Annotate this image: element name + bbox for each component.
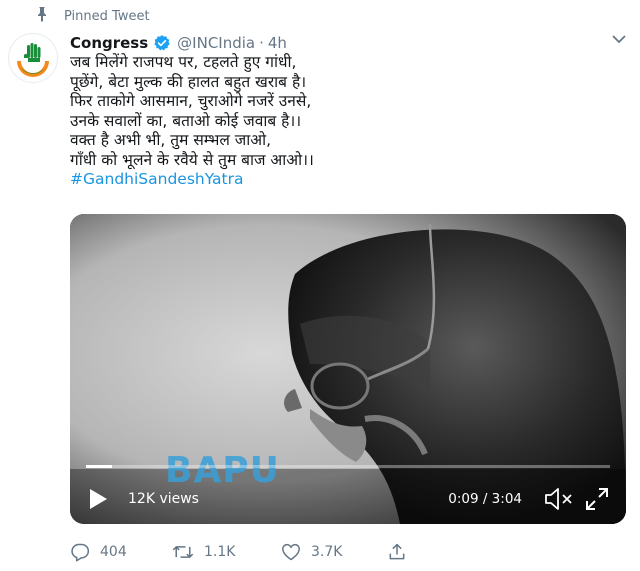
video-controls: 12K views 0:09 / 3:04	[70, 474, 626, 524]
tweet-header: Congress @INCIndia · 4h	[70, 33, 620, 53]
retweet-icon	[172, 546, 194, 558]
tweet-line: पूछेंगे, बेटा मुल्क की हालत बहुत खराब है…	[70, 72, 307, 91]
volume-muted-icon[interactable]	[544, 487, 574, 511]
hashtag-link[interactable]: #GandhiSandeshYatra	[70, 170, 530, 190]
tweet-line: जब मिलेंगे राजपथ पर, टहलते हुए गांधी,	[70, 53, 297, 71]
tweet-text: जब मिलेंगे राजपथ पर, टहलते हुए गांधी, पू…	[70, 53, 530, 190]
tweet-line: वक्त है अभी भी, तुम सम्भल जाओ,	[70, 131, 272, 149]
share-button[interactable]	[387, 542, 417, 562]
chevron-down-icon[interactable]	[612, 32, 626, 48]
tweet-actions: 404 1.1K 3.7K	[70, 540, 490, 564]
tweet-line: उनके सवालों का, बताओ कोई जवाब है।।	[70, 111, 302, 130]
author-handle[interactable]: @INCIndia	[177, 34, 255, 52]
reply-icon	[71, 543, 90, 562]
author-name[interactable]: Congress	[70, 34, 148, 52]
like-count: 3.7K	[311, 544, 343, 560]
verified-badge-icon	[153, 34, 171, 52]
avatar[interactable]	[8, 33, 58, 83]
tweet-timestamp[interactable]: 4h	[268, 34, 287, 52]
reply-button[interactable]: 404	[70, 542, 172, 562]
video-view-count: 12K views	[128, 491, 199, 507]
video-progress-fill	[86, 465, 113, 468]
share-icon	[389, 543, 405, 560]
tweet-line: गाँधी को भूलने के रवैये से तुम बाज आओ।।	[70, 150, 314, 169]
play-icon[interactable]	[88, 488, 110, 510]
video-timecode: 0:09 / 3:04	[448, 491, 522, 507]
pinned-label: Pinned Tweet	[64, 8, 150, 24]
pin-icon	[36, 6, 54, 26]
reply-count: 404	[100, 544, 127, 560]
retweet-button[interactable]: 1.1K	[172, 542, 281, 562]
video-progress-bar[interactable]	[86, 465, 610, 468]
tweet-line: फिर ताकोगे आसमान, चुराओगे नजरें उनसे,	[70, 92, 312, 110]
video-player[interactable]: BAPU 12K views 0:09 / 3:04	[70, 214, 626, 524]
pinned-tweet-indicator: Pinned Tweet	[36, 7, 150, 25]
retweet-count: 1.1K	[204, 544, 236, 560]
separator-dot: ·	[259, 34, 264, 52]
congress-logo	[17, 43, 49, 77]
like-button[interactable]: 3.7K	[281, 542, 387, 562]
fullscreen-icon[interactable]	[584, 486, 610, 512]
like-icon	[282, 543, 300, 561]
